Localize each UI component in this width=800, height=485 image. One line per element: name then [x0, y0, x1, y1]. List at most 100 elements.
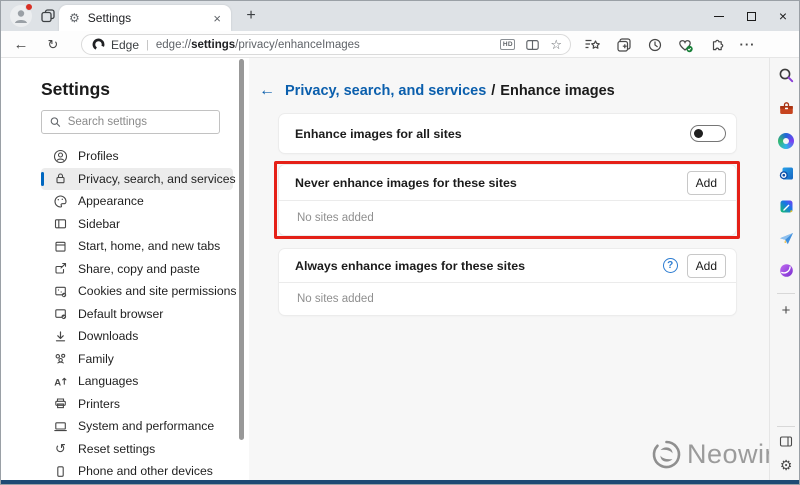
minimize-icon — [714, 16, 724, 17]
rail-customize-button[interactable]: + — [777, 301, 795, 319]
sidebar-item-appearance[interactable]: Appearance — [41, 190, 233, 213]
rail-tools-button[interactable] — [777, 132, 795, 150]
default-browser-icon — [53, 306, 68, 321]
search-icon — [778, 67, 795, 84]
history-button[interactable] — [639, 37, 670, 53]
sidebar-item-languages[interactable]: A Languages — [41, 370, 233, 393]
phone-icon — [53, 464, 68, 479]
reset-icon: ↺ — [53, 442, 68, 455]
sidebar-item-printers[interactable]: Printers — [41, 393, 233, 416]
sidebar-item-family[interactable]: Family — [41, 348, 233, 371]
split-screen-icon[interactable] — [525, 38, 540, 52]
swirl-icon — [778, 133, 794, 149]
card-enhance-all-sites: Enhance images for all sites — [279, 114, 736, 153]
browser-window: ⚙ Settings × + × ← ↻ Edge | edge://setti… — [0, 0, 800, 485]
breadcrumb-separator: / — [491, 83, 495, 99]
workspaces-button[interactable] — [40, 8, 56, 24]
add-never-site-button[interactable]: Add — [687, 171, 726, 195]
new-tab-button[interactable]: + — [239, 4, 263, 28]
main-content: ← Privacy, search, and services / Enhanc… — [249, 58, 769, 482]
collections-icon — [616, 37, 632, 53]
languages-icon: A — [53, 374, 68, 389]
sidebar-item-start-home-new-tabs[interactable]: Start, home, and new tabs — [41, 235, 233, 258]
browser-essentials-button[interactable] — [670, 37, 701, 53]
toolbar: ← ↻ Edge | edge://settings/privacy/enhan… — [1, 31, 799, 58]
edge-logo-icon — [92, 38, 105, 51]
panel-icon — [779, 435, 793, 448]
rail-divider-bottom — [777, 426, 795, 427]
svg-text:A: A — [54, 377, 61, 388]
favorite-star-icon[interactable]: ☆ — [550, 38, 562, 51]
sidebar-item-cookies-site-permissions[interactable]: Cookies and site permissions — [41, 280, 233, 303]
tabs-page-icon — [53, 239, 68, 254]
collections-button[interactable] — [608, 37, 639, 53]
family-icon — [53, 351, 68, 366]
empty-state-text: No sites added — [279, 201, 736, 235]
tab-title: Settings — [88, 11, 212, 25]
printer-icon — [53, 396, 68, 411]
breadcrumb-parent-link[interactable]: Privacy, search, and services — [285, 83, 486, 99]
sidebar-item-reset-settings[interactable]: ↺ Reset settings — [41, 438, 233, 461]
sidebar-item-profiles[interactable]: Profiles — [41, 145, 233, 168]
add-always-site-button[interactable]: Add — [687, 254, 726, 278]
rail-panel-button[interactable] — [777, 432, 795, 450]
edge-brand-label: Edge — [111, 38, 139, 52]
refresh-button[interactable]: ↻ — [41, 31, 65, 58]
favorites-button[interactable] — [577, 37, 608, 53]
rail-settings-button[interactable]: ⚙ — [777, 456, 795, 474]
hd-badge-icon[interactable]: HD — [500, 39, 515, 50]
enhance-images-toggle[interactable] — [690, 125, 726, 142]
rail-search-button[interactable] — [777, 66, 795, 84]
extensions-puzzle-icon — [709, 37, 725, 53]
window-controls: × — [703, 1, 799, 31]
browser-essentials-heart-icon — [677, 37, 694, 53]
monitor-icon — [53, 419, 68, 434]
back-button[interactable]: ← — [9, 31, 33, 58]
tab-close-icon[interactable]: × — [211, 11, 223, 26]
neowin-watermark: Neowin — [651, 439, 780, 470]
address-bar[interactable]: Edge | edge://settings/privacy/enhanceIm… — [81, 34, 571, 55]
card-never-enhance: Never enhance images for these sites Add… — [279, 165, 736, 235]
sidebar-item-downloads[interactable]: Downloads — [41, 325, 233, 348]
close-button[interactable]: × — [767, 1, 799, 31]
sidebar-item-default-browser[interactable]: Default browser — [41, 303, 233, 326]
outlook-icon — [778, 165, 795, 182]
empty-state-text: No sites added — [279, 283, 736, 315]
toggle-knob — [694, 129, 703, 138]
setting-label: Always enhance images for these sites — [295, 259, 525, 273]
paper-plane-icon — [778, 230, 795, 247]
sidebar-scrollbar[interactable] — [239, 59, 244, 440]
rail-games-button[interactable] — [777, 261, 795, 279]
setting-label: Never enhance images for these sites — [295, 176, 517, 190]
breadcrumb-back-button[interactable]: ← — [259, 82, 285, 100]
rail-drop-button[interactable] — [777, 229, 795, 247]
sidebar-layout-icon — [53, 216, 68, 231]
settings-sidebar: Settings Profiles Privacy, search, and s… — [1, 58, 249, 482]
bottom-window-edge — [1, 480, 799, 484]
search-input[interactable] — [68, 116, 213, 128]
sidebar-item-share-copy-paste[interactable]: Share, copy and paste — [41, 258, 233, 281]
settings-nav: Profiles Privacy, search, and services A… — [41, 145, 233, 483]
settings-more-button[interactable]: ··· — [732, 37, 763, 52]
palette-icon — [53, 194, 68, 209]
watermark-text: Neowin — [687, 439, 780, 470]
tab-strip: ⚙ Settings × + × — [1, 1, 799, 31]
help-icon[interactable]: ? — [663, 258, 678, 273]
share-icon — [53, 261, 68, 276]
settings-search[interactable] — [41, 110, 220, 134]
lock-icon — [53, 171, 68, 186]
sidebar-item-privacy-search-services[interactable]: Privacy, search, and services — [41, 168, 233, 191]
settings-gear-icon: ⚙ — [69, 12, 80, 24]
shopping-icon — [778, 100, 795, 117]
sidebar-item-system-performance[interactable]: System and performance — [41, 415, 233, 438]
minimize-button[interactable] — [703, 1, 735, 31]
sidebar-item-sidebar[interactable]: Sidebar — [41, 213, 233, 236]
extensions-button[interactable] — [701, 37, 732, 53]
person-icon — [53, 149, 68, 164]
maximize-button[interactable] — [735, 1, 767, 31]
rail-outlook-button[interactable] — [777, 164, 795, 182]
profile-avatar[interactable] — [10, 5, 32, 27]
tab-settings[interactable]: ⚙ Settings × — [59, 5, 231, 31]
rail-shopping-button[interactable] — [777, 99, 795, 117]
rail-designer-button[interactable] — [777, 197, 795, 215]
